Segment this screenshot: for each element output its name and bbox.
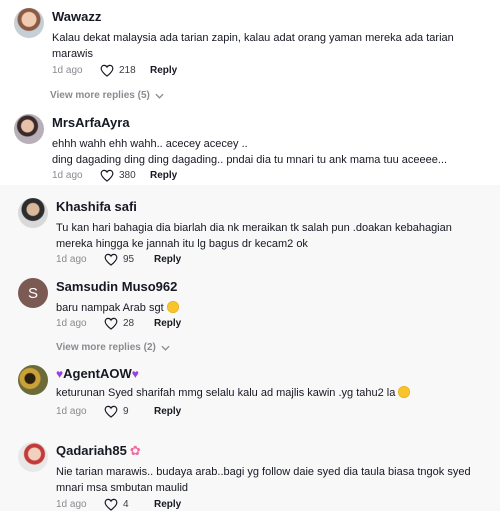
laughing-face-emoji-icon: [398, 386, 411, 398]
avatar[interactable]: [18, 442, 48, 472]
like-count: 4: [123, 499, 129, 510]
reply-item: ♥AgentAOW♥ keturunan Syed sharifah mmg s…: [0, 365, 500, 425]
reply-button[interactable]: Reply: [154, 499, 181, 510]
comment-username[interactable]: Samsudin Muso962: [56, 279, 177, 294]
comment-text: ehhh wahh ehh wahh.. acecey acecey .. di…: [52, 136, 492, 168]
heart-outline-icon: [100, 64, 114, 77]
like-button[interactable]: 28: [104, 317, 154, 330]
comment-text-body: baru nampak Arab sgt: [56, 302, 164, 314]
comment-item: MrsArfaAyra ehhh wahh ehh wahh.. acecey …: [0, 114, 500, 184]
chevron-down-icon: [161, 345, 170, 351]
reply-button[interactable]: Reply: [150, 170, 177, 181]
laughing-face-emoji-icon: [166, 301, 179, 313]
comment-time: 1d ago: [56, 254, 87, 265]
like-button[interactable]: 218: [100, 64, 150, 77]
like-count: 95: [123, 254, 135, 265]
avatar[interactable]: [18, 365, 48, 395]
comment-username[interactable]: MrsArfaAyra: [52, 115, 130, 130]
comment-username[interactable]: Qadariah85 ✿: [56, 443, 141, 459]
comment-meta: 1d ago 4 Reply: [56, 498, 181, 511]
like-count: 28: [123, 318, 135, 329]
reply-item: Qadariah85 ✿ Nie tarian marawis.. budaya …: [0, 442, 500, 511]
like-count: 380: [119, 170, 136, 181]
comment-text-body: keturunan Syed sharifah mmg selalu kalu …: [56, 387, 396, 399]
avatar[interactable]: S: [18, 278, 48, 308]
reply-item: S Samsudin Muso962 baru nampak Arab sgt …: [0, 278, 500, 358]
comment-time: 1d ago: [52, 65, 83, 76]
comment-username[interactable]: Wawazz: [52, 9, 101, 24]
heart-outline-icon: [100, 169, 114, 182]
like-count: 218: [119, 65, 136, 76]
reply-item: Khashifa safi Tu kan hari bahagia dia bi…: [0, 198, 500, 268]
reply-button[interactable]: Reply: [154, 406, 181, 417]
comment-text: Tu kan hari bahagia dia biarlah dia nk m…: [56, 222, 452, 250]
comment-text: Nie tarian marawis.. budaya arab..bagi y…: [56, 466, 471, 494]
comment-text: keturunan Syed sharifah mmg selalu kalu …: [56, 385, 476, 401]
heart-outline-icon: [104, 253, 118, 266]
comment-time: 1d ago: [56, 406, 87, 417]
comment-time: 1d ago: [56, 499, 87, 510]
reply-button[interactable]: Reply: [150, 65, 177, 76]
comment-text-line: ding dagading ding ding dagading.. pndai…: [52, 154, 448, 166]
avatar-initial: S: [27, 284, 38, 302]
avatar[interactable]: [18, 198, 48, 228]
comment-username[interactable]: Khashifa safi: [56, 199, 137, 214]
comment-meta: 1d ago 28 Reply: [56, 317, 181, 330]
like-button[interactable]: 380: [100, 169, 150, 182]
avatar[interactable]: [14, 114, 44, 144]
comment-item: Wawazz Kalau dekat malaysia ada tarian z…: [0, 8, 500, 108]
chevron-down-icon: [155, 93, 164, 99]
view-more-replies-button[interactable]: View more replies (2): [56, 342, 170, 353]
comment-text-line: ehhh wahh ehh wahh.. acecey acecey ..: [52, 138, 248, 150]
comment-time: 1d ago: [56, 318, 87, 329]
comment-username[interactable]: ♥AgentAOW♥: [56, 366, 139, 381]
comment-username-text: AgentAOW: [63, 366, 132, 381]
comment-time: 1d ago: [52, 170, 83, 181]
comment-meta: 1d ago 218 Reply: [52, 64, 177, 77]
heart-outline-icon: [104, 317, 118, 330]
comment-meta: 1d ago 380 Reply: [52, 169, 177, 182]
view-more-replies-button[interactable]: View more replies (5): [50, 90, 164, 101]
comment-text: Kalau dekat malaysia ada tarian zapin, k…: [52, 32, 454, 60]
comment-meta: 1d ago 9 Reply: [56, 405, 181, 418]
like-button[interactable]: 4: [104, 498, 154, 511]
view-more-label: View more replies (5): [50, 90, 150, 101]
reply-button[interactable]: Reply: [154, 254, 181, 265]
purple-heart-emoji-icon: ♥: [131, 367, 139, 381]
avatar[interactable]: [14, 8, 44, 38]
comment-meta: 1d ago 95 Reply: [56, 253, 181, 266]
comment-username-text: Qadariah85: [56, 443, 127, 458]
view-more-label: View more replies (2): [56, 342, 156, 353]
heart-outline-icon: [104, 498, 118, 511]
like-button[interactable]: 9: [104, 405, 154, 418]
comment-text: baru nampak Arab sgt: [56, 300, 476, 316]
like-count: 9: [123, 406, 129, 417]
reply-button[interactable]: Reply: [154, 318, 181, 329]
like-button[interactable]: 95: [104, 253, 154, 266]
cherry-blossom-emoji-icon: ✿: [129, 443, 141, 458]
heart-outline-icon: [104, 405, 118, 418]
